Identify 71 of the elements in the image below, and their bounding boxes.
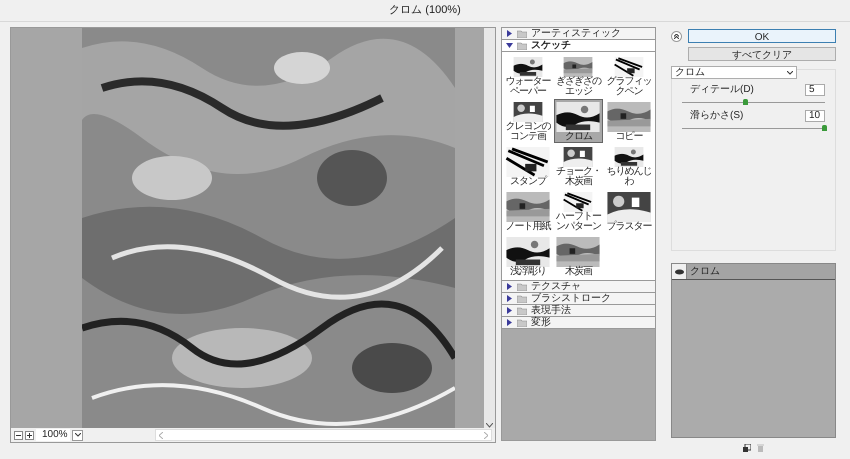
minus-icon <box>16 434 21 436</box>
visibility-toggle[interactable] <box>672 264 687 279</box>
filter-label: プラスター <box>606 222 652 232</box>
double-chevron-up-icon <box>674 34 679 38</box>
category-label: アーティスティック <box>531 27 621 40</box>
expanded-triangle-icon[interactable] <box>506 42 513 49</box>
category-label: 表現手法 <box>531 304 571 316</box>
zoom-in-button[interactable] <box>25 430 34 440</box>
filter-label: ハーフトーンパターン <box>555 212 602 232</box>
filter-label: ぎざぎざのエッジ <box>555 77 602 97</box>
category-row[interactable]: アーティスティック <box>502 28 655 40</box>
parameter-label: ディテール(D) <box>690 83 754 97</box>
filter-label: コピー <box>614 132 644 142</box>
category-label: スケッチ <box>531 39 571 53</box>
filter-thumbnail[interactable]: ぎざぎざのエッジ <box>554 54 603 98</box>
filter-thumbnail[interactable]: ちりめんじわ <box>604 144 653 188</box>
category-label: テクスチャ <box>531 280 581 292</box>
window-title: クロム (100%) <box>389 3 461 18</box>
zoom-out-button[interactable] <box>14 430 23 440</box>
parameter-label: 滑らかさ(S) <box>690 109 744 123</box>
filter-thumbnail[interactable]: プラスター <box>604 189 653 233</box>
plus-icon <box>27 432 32 438</box>
collapsed-triangle-icon[interactable] <box>506 30 513 37</box>
filter-label: グラフィックペン <box>606 77 652 97</box>
parameter-field[interactable]: 10 <box>805 110 825 122</box>
filter-thumbnail[interactable]: ハーフトーンパターン <box>554 189 603 233</box>
category-row[interactable]: テクスチャ <box>502 281 655 293</box>
filter-thumbnail[interactable]: 木炭画 <box>554 234 603 278</box>
slider-thumb[interactable] <box>743 99 748 105</box>
collapse-button[interactable] <box>671 30 682 42</box>
filter-label: ちりめんじわ <box>606 167 652 187</box>
zoom-dropdown[interactable] <box>72 430 83 440</box>
filter-label: ウォーターペーパー <box>505 77 552 97</box>
filter-thumbnail[interactable]: 浅浮彫り <box>504 234 552 278</box>
filter-label: 浅浮彫り <box>509 267 548 277</box>
category-row[interactable]: ブラシストローク <box>502 293 655 305</box>
filter-thumbnail[interactable]: コピー <box>604 99 653 143</box>
slider-track[interactable] <box>682 125 825 131</box>
filter-thumbnail[interactable]: ウォーターペーパー <box>504 54 552 98</box>
scroll-down-icon[interactable] <box>486 423 493 428</box>
filter-label: スタンプ <box>509 177 548 187</box>
chevron-down-icon <box>787 70 793 74</box>
slider-track[interactable] <box>682 99 825 105</box>
category-label: 変形 <box>531 316 551 330</box>
filter-label: チョーク・木炭画 <box>555 167 602 187</box>
filter-thumbnail[interactable]: ノート用紙 <box>504 189 552 233</box>
layer-row[interactable]: クロム <box>672 264 835 280</box>
filter-label: 木炭画 <box>564 267 594 277</box>
filter-label: クレヨンのコンテ画 <box>505 122 552 142</box>
ok-button[interactable]: OK <box>688 29 836 43</box>
filter-thumbnail[interactable]: クレヨンのコンテ画 <box>504 99 552 143</box>
category-row[interactable]: スケッチ <box>502 40 655 52</box>
vertical-scrollbar[interactable] <box>484 28 495 428</box>
filter-label: クロム <box>564 132 594 142</box>
zoom-field[interactable]: 100% <box>36 429 70 441</box>
chevron-down-icon <box>74 433 80 437</box>
slider-thumb[interactable] <box>822 125 827 131</box>
filter-thumbnail[interactable]: スタンプ <box>504 144 552 188</box>
filter-label: ノート用紙 <box>505 222 552 232</box>
filter-thumbnail[interactable]: クロム <box>554 99 603 143</box>
category-label: ブラシストローク <box>531 292 611 304</box>
new-layer-icon[interactable] <box>743 444 751 452</box>
clear-all-button[interactable]: すべてクリア <box>688 47 836 61</box>
filter-thumbnail[interactable]: チョーク・木炭画 <box>554 144 603 188</box>
filter-thumbnail[interactable]: グラフィックペン <box>604 54 653 98</box>
eye-icon <box>674 268 684 274</box>
category-row[interactable]: 変形 <box>502 317 655 329</box>
filter-select[interactable]: クロム <box>671 66 797 79</box>
category-row[interactable]: 表現手法 <box>502 305 655 317</box>
parameter-field[interactable]: 5 <box>805 84 825 96</box>
layer-label: クロム <box>689 265 720 279</box>
